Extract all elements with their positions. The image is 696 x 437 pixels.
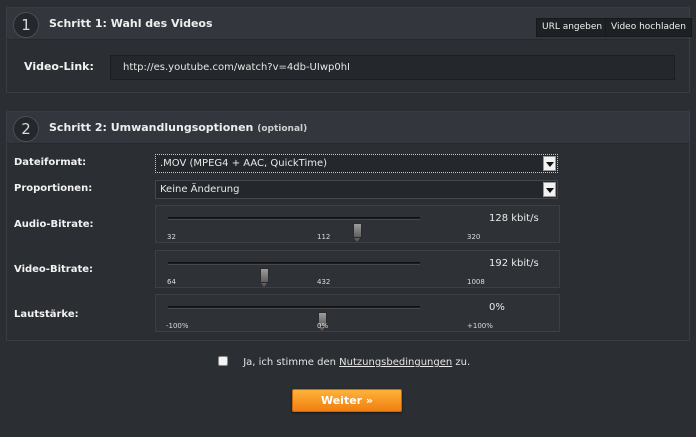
audio-bitrate-thumb[interactable] <box>353 223 362 242</box>
volume-min: -100% <box>166 322 189 330</box>
terms-link[interactable]: Nutzungsbedingungen <box>339 357 452 368</box>
terms-checkbox[interactable] <box>218 356 228 366</box>
format-select[interactable]: .MOV (MPEG4 + AAC, QuickTime) <box>155 154 558 173</box>
step2-title-text: Schritt 2: Umwandlungsoptionen <box>49 121 254 134</box>
format-selected: .MOV (MPEG4 + AAC, QuickTime) <box>160 158 328 169</box>
chevron-down-icon[interactable] <box>543 182 556 197</box>
video-link-input[interactable]: http://es.youtube.com/watch?v=4db-UIwp0h… <box>110 55 675 80</box>
video-link-label: Video-Link: <box>24 60 94 73</box>
terms-prefix: Ja, ich stimme den <box>243 357 336 368</box>
video-bitrate-label: Video-Bitrate: <box>14 264 94 275</box>
video-bitrate-value: 192 kbit/s <box>489 258 539 269</box>
audio-bitrate-slider: 32 112 320 128 kbit/s <box>155 205 560 243</box>
audio-bitrate-value: 128 kbit/s <box>489 213 539 224</box>
video-bitrate-max: 1008 <box>467 278 485 286</box>
audio-bitrate-min: 32 <box>167 233 176 241</box>
proportions-selected: Keine Änderung <box>160 184 240 195</box>
volume-max: +100% <box>467 322 493 330</box>
volume-slider: -100% 0% +100% 0% <box>155 294 560 332</box>
url-button[interactable]: URL angeben <box>536 18 609 37</box>
terms-suffix: zu. <box>455 357 471 368</box>
upload-video-button[interactable]: Video hochladen <box>605 18 692 37</box>
format-label: Dateiformat: <box>14 157 87 168</box>
volume-value: 0% <box>489 302 505 313</box>
video-bitrate-thumb[interactable] <box>259 268 269 287</box>
audio-bitrate-label: Audio-Bitrate: <box>14 219 94 230</box>
audio-bitrate-max: 320 <box>467 233 481 241</box>
video-bitrate-mid: 432 <box>317 278 331 286</box>
step2-title-note: (optional) <box>257 124 308 134</box>
terms-row: Ja, ich stimme den Nutzungsbedingungen z… <box>218 356 470 368</box>
volume-label: Lautstärke: <box>14 309 79 320</box>
volume-mid: 0% <box>317 322 329 330</box>
step1-header: 1 Schritt 1: Wahl des Videos URL angeben… <box>7 8 692 40</box>
continue-button[interactable]: Weiter » <box>292 389 402 412</box>
step1-section: 1 Schritt 1: Wahl des Videos URL angeben… <box>6 7 692 93</box>
step1-title: Schritt 1: Wahl des Videos <box>49 17 213 30</box>
step2-title: Schritt 2: Umwandlungsoptionen (optional… <box>49 121 307 134</box>
video-bitrate-slider: 64 432 1008 192 kbit/s <box>155 250 560 288</box>
volume-track[interactable] <box>168 306 420 331</box>
step2-header: 2 Schritt 2: Umwandlungsoptionen (option… <box>7 112 689 144</box>
video-bitrate-min: 64 <box>167 278 176 286</box>
video-bitrate-track[interactable] <box>168 262 420 287</box>
proportions-select[interactable]: Keine Änderung <box>155 180 558 199</box>
step1-number: 1 <box>13 12 39 38</box>
audio-bitrate-track[interactable] <box>168 217 420 242</box>
chevron-down-icon[interactable] <box>543 156 556 171</box>
proportions-label: Proportionen: <box>14 183 93 194</box>
step2-number: 2 <box>13 116 39 142</box>
audio-bitrate-mid: 112 <box>317 233 331 241</box>
